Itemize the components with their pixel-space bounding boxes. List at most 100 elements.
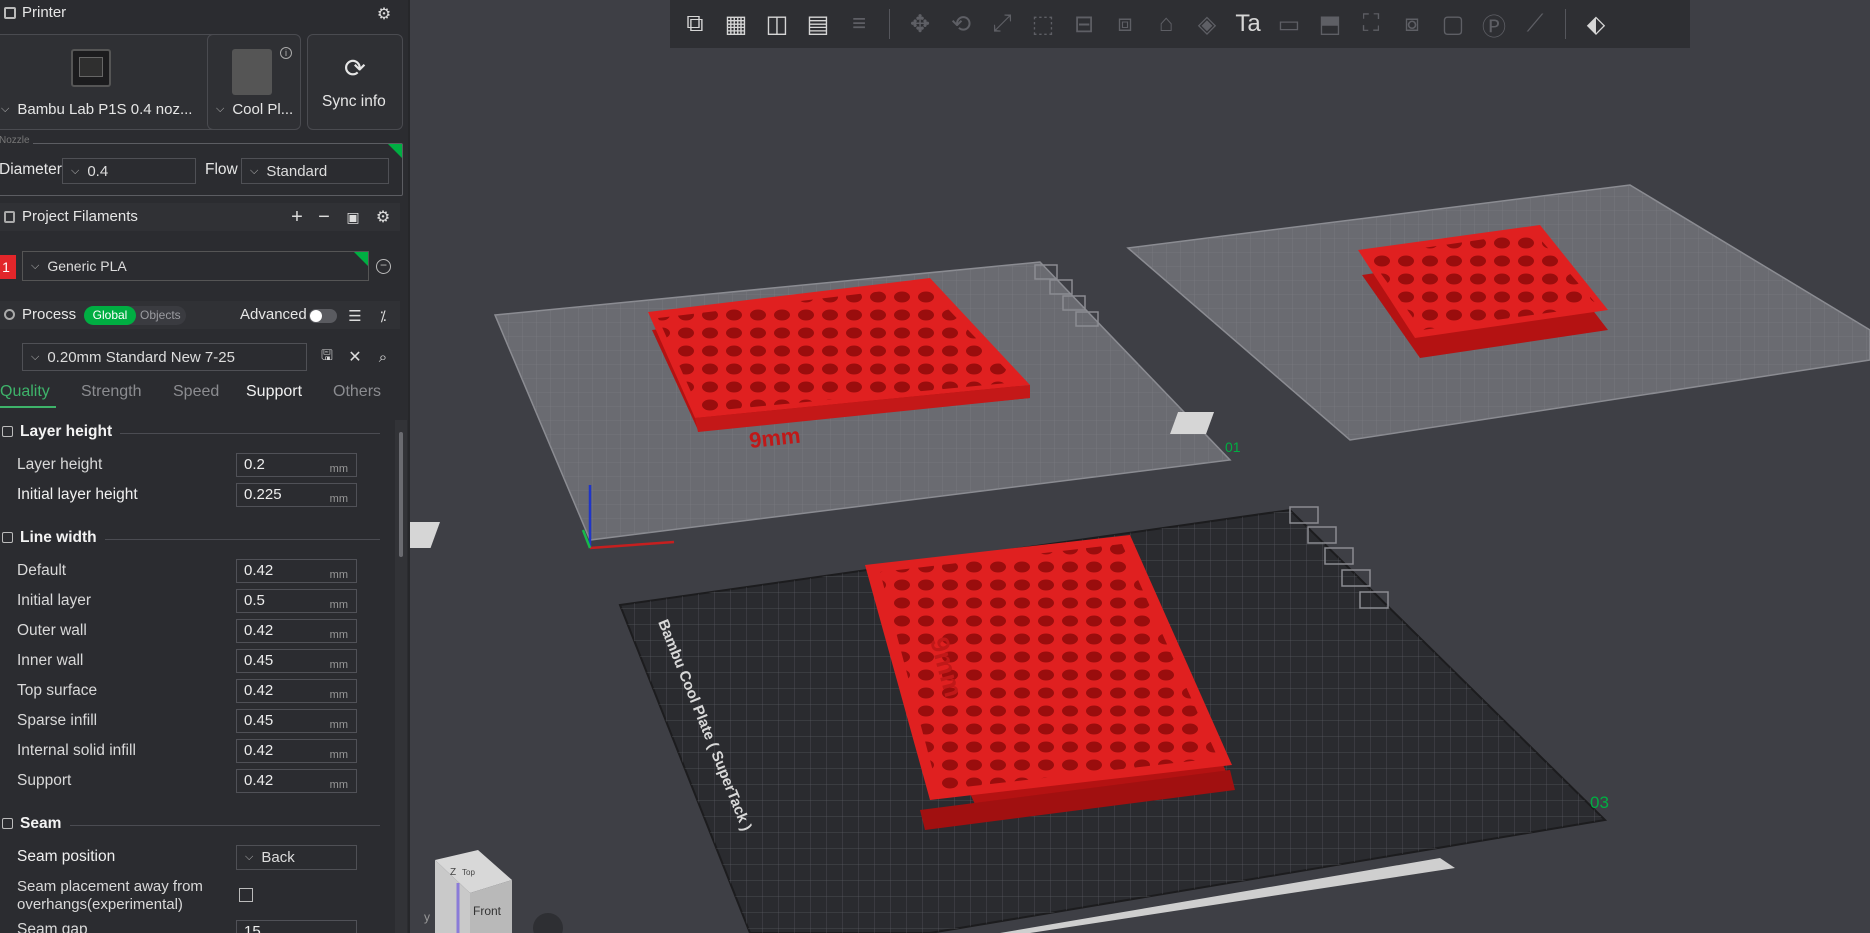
setting-label: Support bbox=[17, 772, 72, 789]
support-line-width-input[interactable]: 0.42 mm bbox=[236, 769, 357, 793]
lay-on-face-icon[interactable]: ⬚ bbox=[1026, 7, 1060, 41]
tab-speed[interactable]: Speed bbox=[173, 383, 219, 401]
setting-label: Initial layer bbox=[17, 592, 92, 609]
view-cube-z: Z bbox=[450, 867, 456, 878]
diameter-select[interactable]: ⌵ 0.4 bbox=[62, 158, 196, 184]
setting-value: 15 bbox=[244, 923, 261, 933]
seam-gap-input[interactable]: 15 bbox=[236, 920, 357, 933]
unit-label: mm bbox=[329, 659, 348, 671]
3d-viewport[interactable]: 01 9mm 03 Bambu Cool Plate (SuperTack)… bbox=[410, 0, 1870, 933]
move-tool-icon[interactable]: ✥ bbox=[903, 7, 937, 41]
filament-name: Generic PLA bbox=[47, 258, 127, 274]
mesh-boolean-icon[interactable]: ⧈ bbox=[1108, 7, 1142, 41]
setting-label: Seam position bbox=[17, 848, 116, 865]
setting-label: Default bbox=[17, 562, 67, 579]
scrollbar-thumb[interactable] bbox=[399, 432, 403, 557]
tab-strength[interactable]: Strength bbox=[81, 383, 141, 401]
explode-view-icon[interactable]: ⬖ bbox=[1579, 7, 1613, 41]
global-objects-toggle[interactable]: Global Objects bbox=[84, 306, 186, 325]
sparse-infill-line-width-input[interactable]: 0.45 mm bbox=[236, 709, 357, 733]
unit-label: mm bbox=[329, 569, 348, 581]
emboss-icon[interactable]: ▭ bbox=[1272, 7, 1306, 41]
diameter-value: 0.4 bbox=[87, 162, 109, 180]
filament-item[interactable]: 1 ⌵ Generic PLA − bbox=[0, 251, 400, 283]
flow-value: Standard bbox=[266, 162, 328, 180]
scene-canvas[interactable]: 01 9mm 03 Bambu Cool Plate (SuperTack)… bbox=[410, 0, 1870, 933]
default-line-width-input[interactable]: 0.42 mm bbox=[236, 559, 357, 583]
initial-layer-line-width-input[interactable]: 0.5 mm bbox=[236, 589, 357, 613]
assembly-icon[interactable]: ⛶ bbox=[1354, 7, 1388, 41]
rotate-tool-icon[interactable]: ⟲ bbox=[944, 7, 978, 41]
scale-tool-icon[interactable]: ⤢ bbox=[985, 7, 1019, 41]
seam-away-checkbox[interactable] bbox=[239, 888, 253, 902]
add-filament-button[interactable]: + bbox=[286, 206, 308, 228]
camera-reset-icon[interactable] bbox=[533, 913, 563, 933]
filament-color-swatch[interactable]: 1 bbox=[0, 255, 16, 279]
objects-toggle-option[interactable]: Objects bbox=[140, 307, 181, 324]
filament-select[interactable]: ⌵ Generic PLA bbox=[22, 251, 369, 281]
arrange-icon[interactable]: ▤ bbox=[801, 7, 835, 41]
setting-row-default: Default 0.42 mm bbox=[0, 556, 390, 586]
remove-filament-icon[interactable]: − bbox=[376, 259, 391, 274]
filament-icon bbox=[4, 211, 15, 223]
tab-quality[interactable]: Quality bbox=[0, 383, 50, 401]
printer-name: Bambu Lab P1S 0.4 noz... bbox=[17, 101, 193, 118]
outer-wall-line-width-input[interactable]: 0.42 mm bbox=[236, 619, 357, 643]
printer-section-header: Printer ⚙ bbox=[0, 0, 400, 28]
internal-solid-infill-line-width-input[interactable]: 0.42 mm bbox=[236, 739, 357, 763]
part-settings-icon[interactable]: Ⓟ bbox=[1477, 7, 1511, 41]
view-cube[interactable]: Z Top Front y bbox=[424, 850, 512, 933]
plate-thumbnail bbox=[232, 49, 272, 95]
add-object-icon[interactable]: ⧉ bbox=[678, 7, 712, 41]
chevron-down-icon: ⌵ bbox=[1, 103, 10, 115]
text-tool-icon[interactable]: Ta bbox=[1231, 7, 1265, 41]
variable-layer-height-icon[interactable]: ⧇ bbox=[1395, 7, 1429, 41]
active-tab-underline bbox=[0, 406, 56, 408]
printer-settings-gear-icon[interactable]: ⚙ bbox=[372, 2, 396, 26]
advanced-switch[interactable] bbox=[309, 309, 337, 323]
compare-presets-icon[interactable]: ⁒ bbox=[372, 305, 394, 327]
fuzzy-icon[interactable]: ⟋ bbox=[1518, 7, 1552, 41]
chevron-down-icon: ⌵ bbox=[216, 103, 225, 115]
inner-wall-line-width-input[interactable]: 0.45 mm bbox=[236, 649, 357, 673]
search-icon[interactable]: ⌕ bbox=[372, 346, 394, 368]
setting-label: Top surface bbox=[17, 682, 98, 699]
setting-value: 0.45 bbox=[244, 652, 274, 669]
sync-info-button[interactable]: ⟳ Sync info bbox=[307, 34, 403, 130]
auto-orient-icon[interactable]: ◫ bbox=[760, 7, 794, 41]
setting-row-outer-wall: Outer wall 0.42 mm bbox=[0, 616, 390, 646]
process-preset-select[interactable]: ⌵ 0.20mm Standard New 7-25 bbox=[22, 343, 307, 371]
brim-ears-icon[interactable]: ▢ bbox=[1436, 7, 1470, 41]
unit-label: mm bbox=[329, 719, 348, 731]
cut-tool-icon[interactable]: ⊟ bbox=[1067, 7, 1101, 41]
object-text-1: 9mm bbox=[748, 423, 802, 453]
remove-filament-button[interactable]: − bbox=[313, 206, 335, 228]
global-toggle-option[interactable]: Global bbox=[84, 306, 136, 325]
setting-label-line2: overhangs(experimental) bbox=[17, 896, 183, 913]
flow-select[interactable]: ⌵ Standard bbox=[241, 158, 389, 184]
setting-value: 0.5 bbox=[244, 592, 265, 609]
top-surface-line-width-input[interactable]: 0.42 mm bbox=[236, 679, 357, 703]
info-icon[interactable]: i bbox=[280, 47, 292, 59]
split-plates-icon[interactable]: ≡ bbox=[842, 7, 876, 41]
sync-ams-icon[interactable]: ▣ bbox=[342, 206, 364, 228]
layer-height-icon bbox=[2, 426, 13, 437]
initial-layer-height-input[interactable]: 0.225 mm bbox=[236, 483, 357, 507]
plate-label-01: 01 bbox=[1225, 439, 1241, 455]
list-view-icon[interactable]: ☰ bbox=[344, 305, 366, 327]
tab-others[interactable]: Others bbox=[333, 383, 381, 401]
measure-icon[interactable]: ⬒ bbox=[1313, 7, 1347, 41]
add-plate-icon[interactable]: ▦ bbox=[719, 7, 753, 41]
unit-label: mm bbox=[329, 599, 348, 611]
filament-settings-gear-icon[interactable]: ⚙ bbox=[372, 206, 394, 228]
settings-scrollbar[interactable] bbox=[395, 420, 407, 933]
seam-paint-icon[interactable]: ◈ bbox=[1190, 7, 1224, 41]
seam-position-select[interactable]: ⌵ Back bbox=[236, 845, 357, 870]
save-preset-icon[interactable]: 🖫 bbox=[316, 346, 338, 368]
setting-row-seam-gap: Seam gap 15 bbox=[0, 920, 390, 933]
layer-height-input[interactable]: 0.2 mm bbox=[236, 453, 357, 477]
tab-support[interactable]: Support bbox=[246, 383, 302, 401]
plate-type-selector[interactable]: i ⌵ Cool Pl... bbox=[207, 34, 301, 130]
delete-preset-icon[interactable]: ✕ bbox=[344, 346, 366, 368]
support-paint-icon[interactable]: ⌂ bbox=[1149, 7, 1183, 41]
